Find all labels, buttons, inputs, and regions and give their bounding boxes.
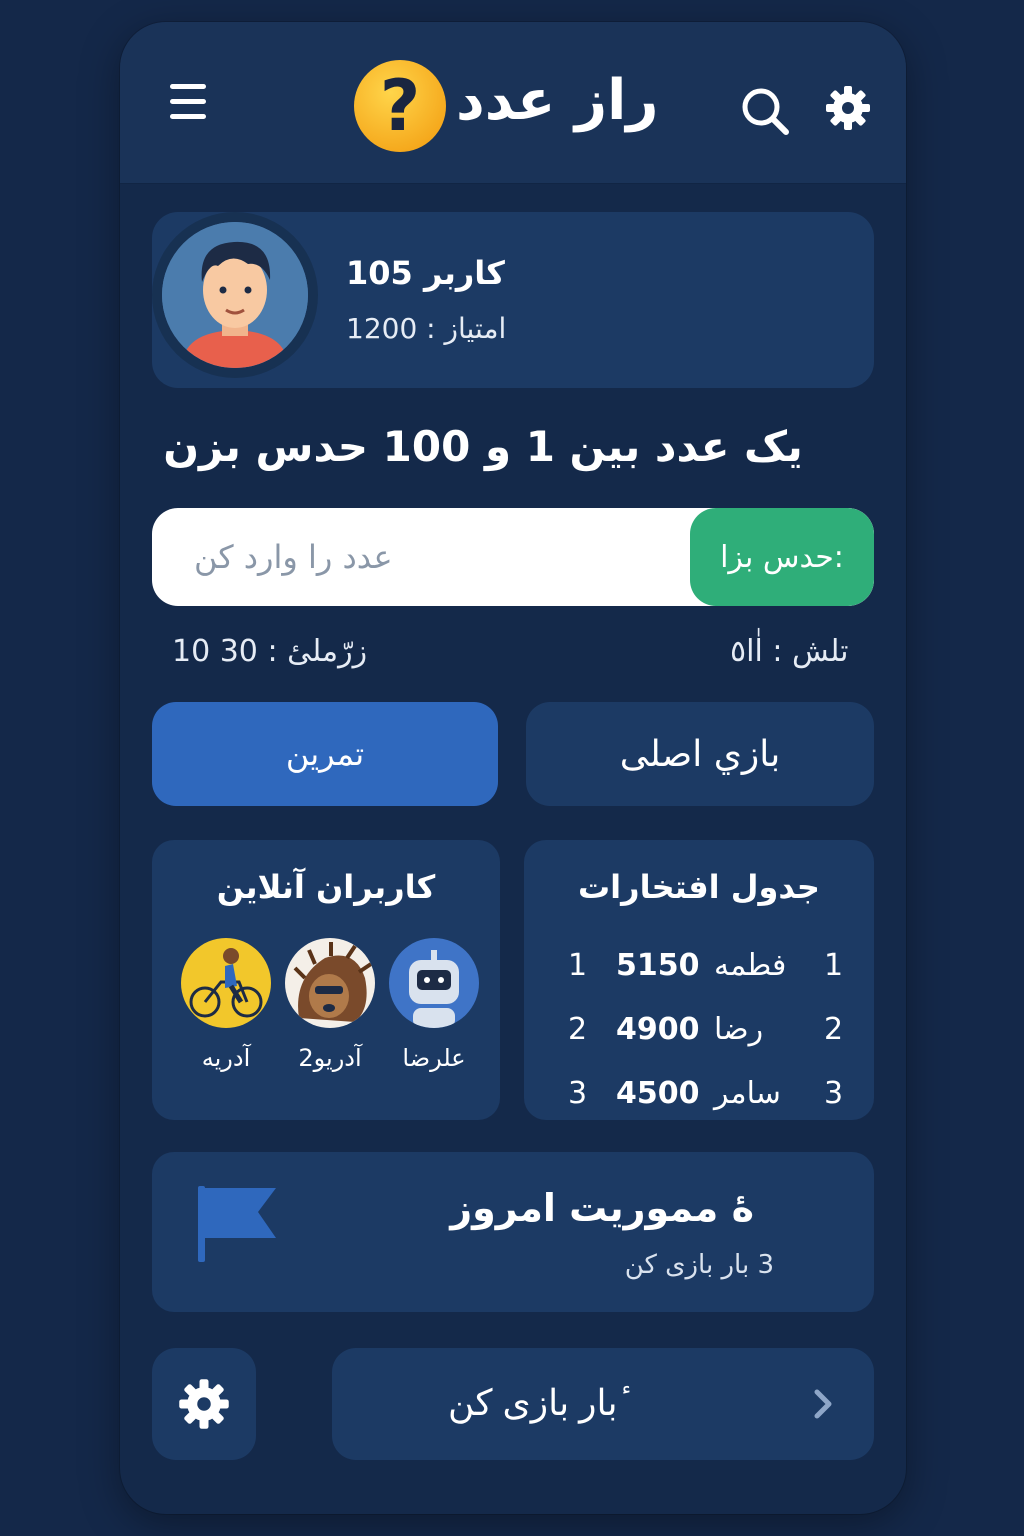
cyclist-avatar [181, 938, 271, 1028]
attempts-text: تلش : اٰا٥ [730, 634, 849, 669]
leaderboard-row: 1 5150 فطمه 1 [524, 948, 874, 988]
leaderboard-rank: 3 [568, 1076, 588, 1111]
game-prompt: یک عدد بین 1 و 100 حدس بزن [163, 422, 803, 471]
online-user[interactable]: علرضا [388, 938, 480, 1072]
avatar[interactable] [152, 212, 318, 378]
username: کاربر 105 [346, 254, 505, 292]
leaderboard-points: 4500 [616, 1076, 700, 1111]
gear-icon[interactable] [824, 84, 872, 132]
leaderboard-title: جدول افتخارات [578, 868, 820, 906]
play-button-label: ٔبار بازی کن [448, 1382, 618, 1423]
leaderboard-name: فطمه [714, 948, 787, 983]
profile-card: کاربر 105 امتیاز : 1200 [152, 212, 874, 388]
leaderboard-points: 5150 [616, 948, 700, 983]
online-user[interactable]: آدریو2 [284, 938, 376, 1072]
chevron-right-icon [814, 1389, 832, 1419]
search-icon[interactable] [740, 86, 790, 136]
menu-icon[interactable] [170, 84, 208, 128]
settings-gear-icon [179, 1379, 229, 1429]
timer-text: 10 زرّملیٔ : 30 [172, 634, 368, 669]
hedgehog-avatar [285, 938, 375, 1028]
online-user-name: آدریو2 [298, 1044, 362, 1072]
guess-input[interactable] [152, 508, 688, 606]
mission-subtitle: 3 بار بازی کن [624, 1250, 774, 1280]
play-button[interactable]: ٔبار بازی کن [332, 1348, 874, 1460]
online-users-title: کاربران آنلاین [216, 868, 436, 906]
online-user-name: علرضا [402, 1044, 466, 1072]
online-users-panel: کاربران آنلاین آدریه آدریو2 علرضا [152, 840, 500, 1120]
app-screen: ? راز عدد کاربر 105 امتیاز: 1200 یک عدد… [120, 22, 906, 1514]
robot-avatar [389, 938, 479, 1028]
leaderboard-rank-right: 3 [824, 1076, 844, 1111]
user-avatar-icon [162, 222, 308, 368]
guess-row: حدس بزا: [152, 508, 874, 606]
leaderboard-name: سامر [714, 1076, 781, 1111]
leaderboard-panel: جدول افتخارات 1 5150 فطمه 1 2 4900 رضا 2… [524, 840, 874, 1120]
leaderboard-rank: 1 [568, 948, 588, 983]
online-user-name: آدریه [201, 1044, 251, 1072]
practice-button[interactable]: تمرین [152, 702, 498, 806]
daily-mission-card[interactable]: ۀ مموریت امروز 3 بار بازی کن [152, 1152, 874, 1312]
leaderboard-points: 4900 [616, 1012, 700, 1047]
guess-button[interactable]: حدس بزا: [690, 508, 874, 606]
app-header: ? راز عدد [120, 22, 906, 184]
online-user[interactable]: آدریه [180, 938, 272, 1072]
settings-button[interactable] [152, 1348, 256, 1460]
leaderboard-name: رضا [714, 1012, 764, 1047]
app-title: راز عدد [456, 68, 659, 133]
logo-question-icon: ? [354, 60, 446, 152]
leaderboard-rank-right: 2 [824, 1012, 844, 1047]
user-score: امتیاز : 1200 [346, 312, 507, 345]
mission-title: ۀ مموریت امروز [450, 1186, 754, 1230]
leaderboard-rank-right: 1 [824, 948, 844, 983]
leaderboard-rank: 2 [568, 1012, 588, 1047]
leaderboard-row: 2 4900 رضا 2 [524, 1012, 874, 1052]
main-game-button[interactable]: بازي اصلی [526, 702, 874, 806]
flag-icon [198, 1186, 276, 1262]
leaderboard-row: 3 4500 سامر 3 [524, 1076, 874, 1116]
